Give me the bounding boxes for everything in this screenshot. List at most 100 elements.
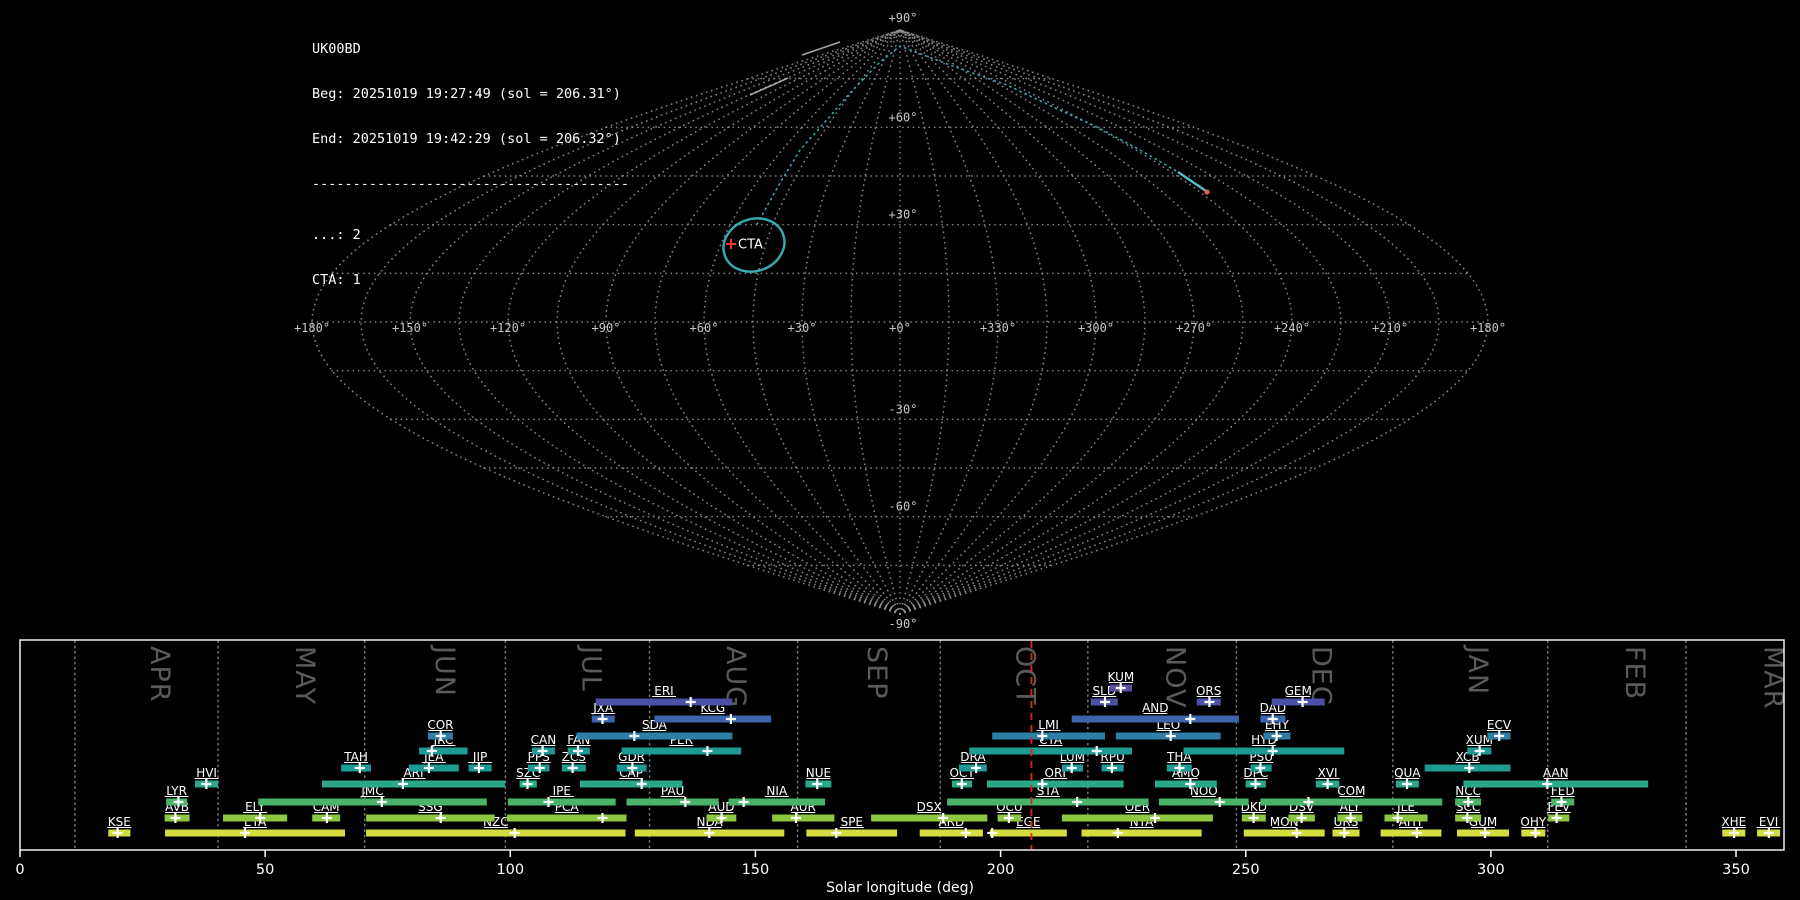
- shower-label: LYR: [166, 784, 187, 798]
- axis-tick-label: 100: [496, 862, 524, 878]
- lon-label: +270°: [1176, 321, 1212, 335]
- shower-label: QUA: [1394, 766, 1421, 780]
- shower-label: TAH: [343, 750, 368, 764]
- month-label: JUN: [429, 644, 460, 697]
- shower-timeline: APRMAYJUNJULAUGSEPOCTNOVDECJANFEBMARKSEE…: [15, 640, 1788, 878]
- shower-bar: [1244, 830, 1325, 837]
- shower-label: ECV: [1487, 718, 1512, 732]
- shower-bar: [577, 733, 733, 740]
- cta-meteor-backtrack-dotted: [757, 46, 1178, 224]
- month-label: APR: [144, 646, 175, 703]
- lon-label: +180°: [294, 321, 330, 335]
- shower-bar: [772, 815, 834, 822]
- shower-bar: [1082, 830, 1202, 837]
- shower-label: ERI: [654, 684, 673, 698]
- axis-tick-label: 300: [1477, 862, 1505, 878]
- month-label: JUL: [576, 644, 607, 692]
- shower-label: COM: [1337, 784, 1365, 798]
- axis-tick-label: 0: [15, 862, 24, 878]
- axis-tick-label: 50: [256, 862, 274, 878]
- shower-label: JIP: [472, 750, 487, 764]
- shower-bar: [987, 781, 1124, 788]
- sky-map-labels: +180° +150° +120° +90° +60° +30° +0° +330° +300°…: [294, 11, 1506, 631]
- shower-bar: [622, 748, 742, 755]
- lon-label: +210°: [1372, 321, 1408, 335]
- lat-label: -60°: [889, 500, 918, 514]
- shower-bar: [947, 799, 1149, 806]
- lon-label: +30°: [788, 321, 817, 335]
- shower-bar: [1072, 716, 1239, 723]
- radiant-label: CTA: [738, 238, 763, 253]
- shower-bar: [920, 830, 983, 837]
- lon-label: +120°: [490, 321, 526, 335]
- shower-bar: [322, 781, 505, 788]
- shower-bar: [366, 815, 495, 822]
- x-axis-label: Solar longitude (deg): [0, 880, 1800, 896]
- lon-label: +60°: [690, 321, 719, 335]
- shower-label: SPE: [841, 815, 863, 829]
- lon-label: +90°: [592, 321, 621, 335]
- lon-label: +0°: [889, 321, 911, 335]
- sporadic-meteor-path: [802, 42, 840, 55]
- shower-label: OHY: [1520, 815, 1546, 829]
- shower-bar: [1381, 830, 1442, 837]
- lon-label: +150°: [392, 321, 428, 335]
- meteor-end-dot: [1204, 189, 1209, 194]
- shower-bar: [507, 815, 627, 822]
- shower-bar: [627, 799, 719, 806]
- shower-bar: [596, 699, 733, 706]
- month-label: NOV: [1160, 646, 1191, 708]
- shower-bar: [1260, 799, 1442, 806]
- axis-tick-label: 350: [1722, 862, 1750, 878]
- shower-label: ORS: [1196, 684, 1221, 698]
- shower-bar: [1385, 815, 1428, 822]
- shower-bar: [1184, 748, 1345, 755]
- month-label: OCT: [1010, 646, 1041, 706]
- meteor-observation-screen: { "header": { "station_id": "UK00BD", "b…: [0, 0, 1800, 900]
- shower-bar: [1062, 815, 1213, 822]
- shower-bar: [871, 815, 987, 822]
- axis-tick-label: 200: [987, 862, 1015, 878]
- shower-label: NUE: [806, 766, 831, 780]
- lat-label: +90°: [889, 11, 918, 25]
- shower-label: KSE: [108, 815, 131, 829]
- shower-bar: [366, 830, 625, 837]
- cta-meteor-path: [1178, 172, 1206, 191]
- shower-label: LMI: [1038, 718, 1059, 732]
- shower-label: AAN: [1543, 766, 1569, 780]
- shower-label: NIA: [766, 784, 788, 798]
- shower-bar: [1159, 799, 1249, 806]
- shower-label: DSX: [917, 800, 942, 814]
- shower-bar: [165, 830, 345, 837]
- shower-label: GEM: [1285, 684, 1312, 698]
- shower-label: KUM: [1108, 670, 1135, 684]
- plot-canvas: +180° +150° +120° +90° +60° +30° +0° +330° +300°…: [0, 0, 1800, 900]
- lon-label: +240°: [1274, 321, 1310, 335]
- shower-bar: [990, 830, 1067, 837]
- shower-label: XVI: [1318, 766, 1338, 780]
- shower-bar: [1463, 781, 1648, 788]
- lon-label: +300°: [1078, 321, 1114, 335]
- month-label: MAY: [289, 646, 320, 705]
- shower-bar: [654, 716, 771, 723]
- shower-label: CAN: [531, 733, 557, 747]
- shower-bar: [969, 748, 1132, 755]
- lon-label: +330°: [980, 321, 1016, 335]
- shower-label: HVI: [196, 766, 217, 780]
- axis-tick-label: 150: [742, 862, 770, 878]
- lat-label: -90°: [889, 617, 918, 631]
- month-label: FEB: [1619, 646, 1650, 700]
- shower-bar: [992, 733, 1105, 740]
- lat-label: -30°: [889, 402, 918, 416]
- month-label: SEP: [861, 646, 892, 699]
- shower-label: COR: [427, 718, 453, 732]
- shower-bar: [806, 830, 897, 837]
- radiant-plus-marker: [726, 239, 736, 249]
- lat-label: +60°: [889, 110, 918, 124]
- shower-label: XHE: [1721, 815, 1746, 829]
- shower-bar: [508, 799, 616, 806]
- shower-bar: [419, 748, 468, 755]
- shower-label: EVI: [1759, 815, 1778, 829]
- axis-tick-label: 250: [1232, 862, 1260, 878]
- shower-label: IPE: [553, 784, 571, 798]
